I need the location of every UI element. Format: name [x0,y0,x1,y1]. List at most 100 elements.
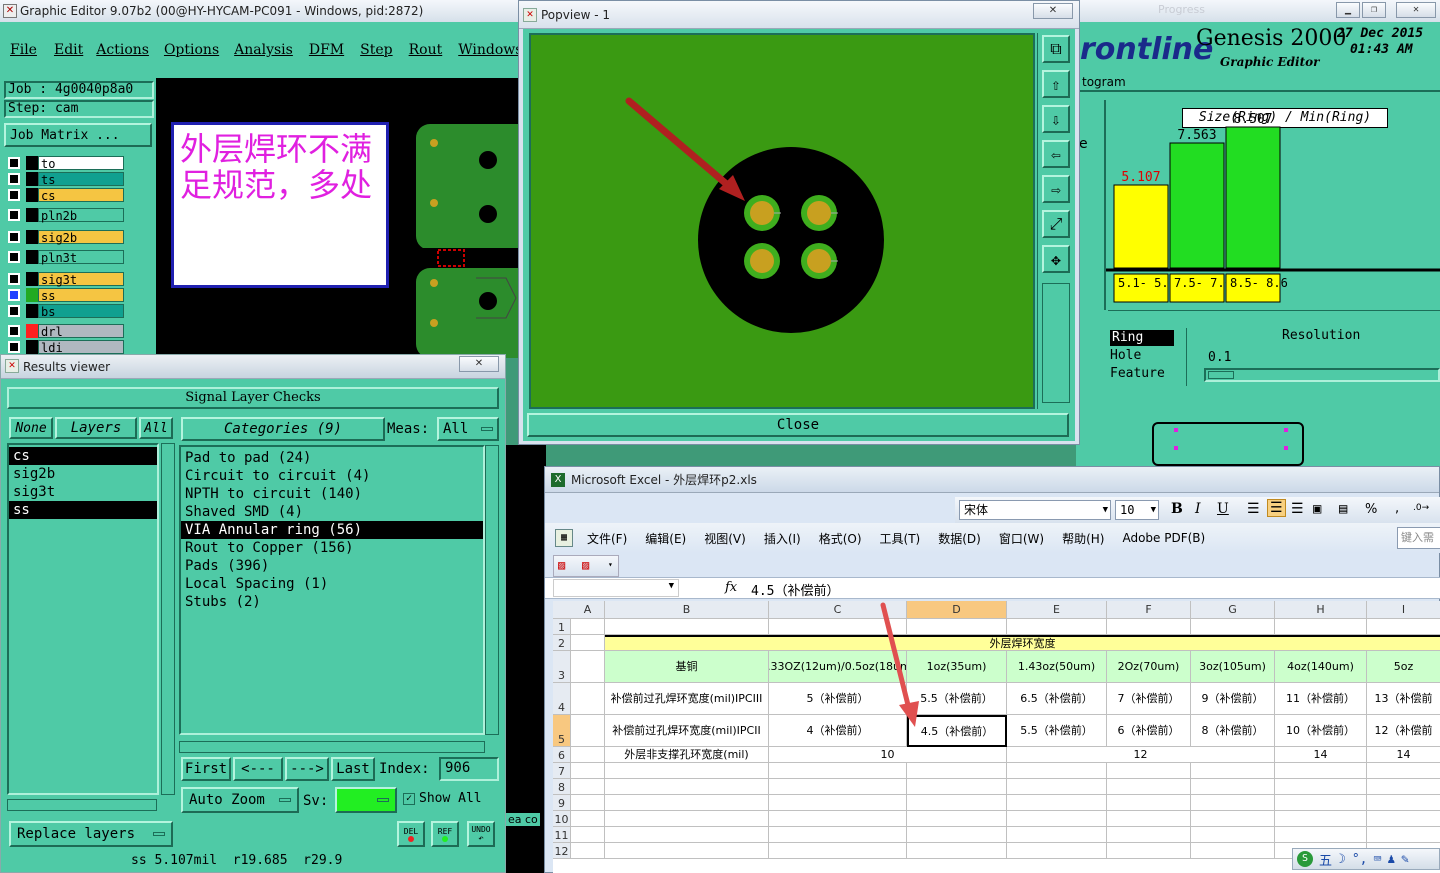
percent-button[interactable]: % [1365,502,1377,517]
empty-cell[interactable] [571,795,605,811]
empty-cell[interactable] [1007,811,1107,827]
empty-cell[interactable] [571,827,605,843]
data-cell[interactable]: 5.5（补偿前） [1007,715,1107,747]
empty-cell[interactable] [605,619,769,635]
histogram-bar[interactable] [1225,126,1281,269]
layer-row-to[interactable]: to [8,156,124,171]
empty-cell[interactable] [1107,619,1191,635]
empty-cell[interactable] [1007,779,1107,795]
layer-list-item[interactable]: sig2b [9,465,157,483]
excel-menu-format[interactable]: 格式(O) [819,530,862,547]
empty-cell[interactable] [1367,619,1440,635]
empty-cell[interactable] [605,827,769,843]
empty-cell[interactable] [1275,779,1367,795]
increase-decimal-icon[interactable]: .0→ [1413,503,1429,513]
header-cell[interactable]: 4oz(140um) [1275,651,1367,683]
board-canvas[interactable]: 外层焊环不满足规范，多处 [156,78,520,358]
empty-cell[interactable] [571,683,605,715]
pdf-icon[interactable]: ▨ [558,558,565,572]
data-cell[interactable]: 6（补偿前） [1107,715,1191,747]
ref-button[interactable]: REF [431,821,459,847]
layer-row-ss[interactable]: ss [8,288,124,303]
layer-checkbox[interactable] [8,157,20,169]
empty-cell[interactable] [605,763,769,779]
ime-mode-button[interactable]: 五 [1319,850,1332,869]
header-cell[interactable]: 1.43oz(50um) [1007,651,1107,683]
data-cell[interactable]: 7（补偿前） [1107,683,1191,715]
merge-center-icon[interactable]: ▣ [1313,501,1321,517]
empty-cell[interactable] [1107,827,1191,843]
data-cell[interactable]: 12 [1007,747,1275,763]
bg-maximize-button[interactable]: ❐ [1362,2,1386,18]
empty-cell[interactable] [1367,827,1440,843]
layer-checkbox[interactable] [8,289,20,301]
empty-cell[interactable] [769,843,907,859]
histogram-bar[interactable] [1169,142,1225,269]
category-item[interactable]: Local Spacing (1) [181,575,483,593]
layer-list-item[interactable]: sig3t [9,483,157,501]
category-item[interactable]: VIA Annular ring (56) [181,521,483,539]
popview-close-button[interactable]: ✕ [1033,3,1073,19]
menu-rout[interactable]: Rout [409,42,443,58]
data-cell[interactable]: 8（补偿前） [1191,715,1275,747]
category-item[interactable]: Circuit to circuit (4) [181,467,483,485]
column-header-F[interactable]: F [1107,601,1191,619]
empty-cell[interactable] [1367,811,1440,827]
align-left-icon[interactable]: ☰ [1247,501,1260,517]
layer-row-bs[interactable]: bs [8,304,124,319]
underline-button[interactable]: U [1217,501,1229,517]
auto-zoom-dropdown[interactable]: Auto Zoom [181,787,299,813]
layer-row-pln2b[interactable]: pln2b [8,208,124,223]
name-box[interactable]: ▼ [553,579,679,597]
pan-right-icon[interactable]: ⇨ [1042,175,1070,203]
empty-cell[interactable] [571,843,605,859]
data-cell[interactable]: 9（补偿前） [1191,683,1275,715]
menu-step[interactable]: Step [360,42,392,58]
popview-canvas[interactable] [529,33,1035,409]
row-header-1[interactable]: 1 [553,619,571,635]
empty-cell[interactable] [1191,795,1275,811]
empty-cell[interactable] [1191,619,1275,635]
data-cell[interactable]: 12（补偿前 [1367,715,1440,747]
undo-button[interactable]: UNDO ↶ [467,821,495,847]
empty-cell[interactable] [1275,763,1367,779]
empty-cell[interactable] [1007,619,1107,635]
empty-cell[interactable] [1275,795,1367,811]
row-header-9[interactable]: 9 [553,795,571,811]
empty-cell[interactable] [907,843,1007,859]
data-cell[interactable]: 10 [769,747,1007,763]
mode-feature[interactable]: Feature [1110,366,1165,381]
empty-cell[interactable] [605,811,769,827]
layer-checkbox[interactable] [8,305,20,317]
layer-checkbox[interactable] [8,251,20,263]
category-item[interactable]: NPTH to circuit (140) [181,485,483,503]
empty-cell[interactable] [571,811,605,827]
layers-hscroll[interactable] [7,799,157,811]
excel-menu-view[interactable]: 视图(V) [704,530,746,547]
currency-icon[interactable]: ▤ [1339,501,1347,517]
excel-menu-file[interactable]: 文件(F) [587,530,627,547]
empty-cell[interactable] [571,651,605,683]
empty-cell[interactable] [571,763,605,779]
help-search-box[interactable]: 键入需 [1397,527,1440,549]
empty-cell[interactable] [769,811,907,827]
align-right-icon[interactable]: ☰ [1291,501,1304,517]
data-cell[interactable]: 14 [1367,747,1440,763]
data-cell[interactable]: 6.5（补偿前） [1007,683,1107,715]
menu-windows[interactable]: Windows [458,42,522,58]
header-cell[interactable]: 5oz [1367,651,1440,683]
font-name-select[interactable]: 宋体 ▼ [959,500,1111,520]
empty-cell[interactable] [571,635,605,651]
empty-cell[interactable] [571,619,605,635]
sv-dropdown[interactable] [335,787,397,813]
last-button[interactable]: Last [331,757,375,781]
popview-scrollbar[interactable] [1042,283,1070,403]
pan-up-icon[interactable]: ⇧ [1042,70,1070,98]
empty-cell[interactable] [605,795,769,811]
empty-cell[interactable] [1191,763,1275,779]
italic-button[interactable]: I [1195,501,1201,517]
column-header-A[interactable]: A [571,601,605,619]
bold-button[interactable]: B [1171,501,1183,517]
row-header-12[interactable]: 12 [553,843,571,859]
bg-minimize-button[interactable]: ▁ [1336,2,1360,18]
